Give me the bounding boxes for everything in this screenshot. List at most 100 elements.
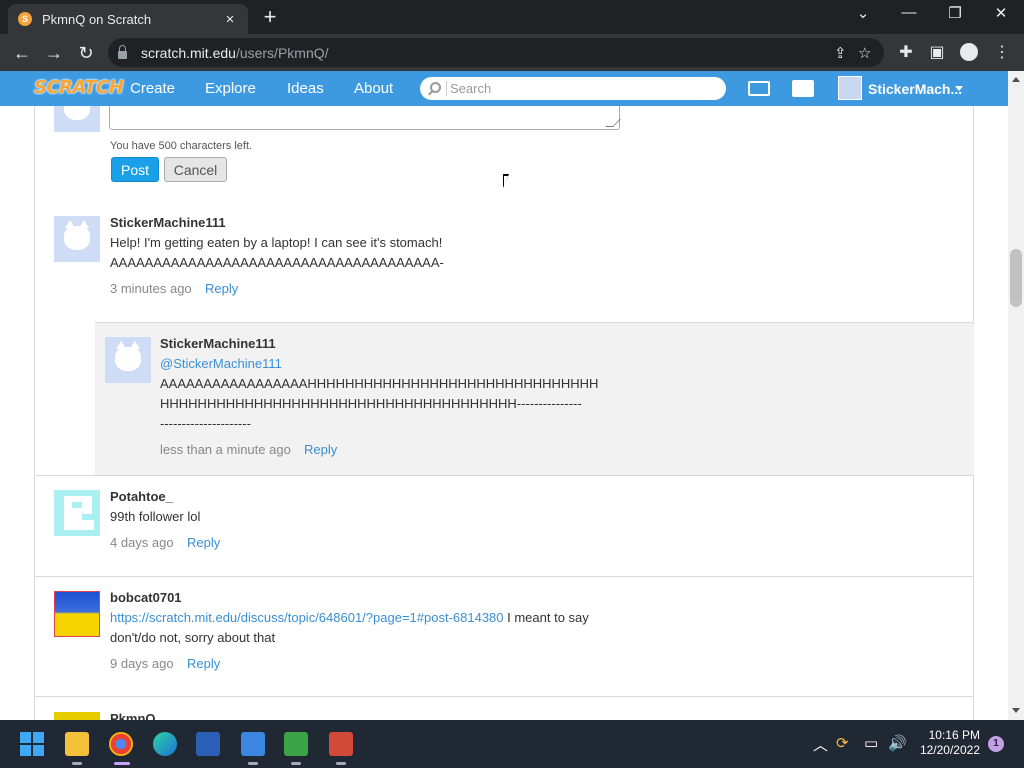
address-bar[interactable]: scratch.mit.edu/users/PkmnQ/ ⇪ ☆ xyxy=(108,38,884,67)
comment-text-after-link: I meant to say xyxy=(503,610,589,625)
nav-about[interactable]: About xyxy=(354,80,393,97)
close-window-button[interactable]: ✕ xyxy=(986,4,1016,22)
forward-button[interactable]: → xyxy=(42,41,66,65)
comment-author[interactable]: StickerMachine111 xyxy=(160,336,276,351)
comment-avatar[interactable] xyxy=(105,337,151,383)
reply-link[interactable]: Reply xyxy=(205,281,238,296)
nav-ideas[interactable]: Ideas xyxy=(287,80,324,97)
lock-icon[interactable] xyxy=(118,44,127,59)
profile-comments: You have 500 characters left. Post Cance… xyxy=(0,106,1008,720)
user-avatar[interactable] xyxy=(838,76,862,100)
comment-text-line: --------------------- xyxy=(160,416,251,431)
scroll-up-icon[interactable] xyxy=(1012,77,1020,82)
windows-taskbar: ︿ ⟳ ▭ 🔊 xyxy=(0,720,1024,768)
mention-link[interactable]: @StickerMachine111 xyxy=(160,356,282,371)
cancel-button[interactable]: Cancel xyxy=(164,157,227,182)
resize-grip-icon[interactable] xyxy=(605,119,621,127)
browser-tab[interactable]: S PkmnQ on Scratch × xyxy=(8,4,248,34)
nav-explore[interactable]: Explore xyxy=(205,80,256,97)
side-panel-icon[interactable]: ▣ xyxy=(927,42,947,62)
post-button[interactable]: Post xyxy=(111,157,159,182)
comment-text-line: HHHHHHHHHHHHHHHHHHHHHHHHHHHHHHHHHHHHHH--… xyxy=(160,396,582,411)
snipping-tool-icon[interactable] xyxy=(329,732,353,756)
running-indicator xyxy=(248,762,258,765)
messages-icon[interactable] xyxy=(748,81,770,96)
new-tab-button[interactable]: + xyxy=(258,5,282,29)
scroll-down-icon[interactable] xyxy=(1012,708,1020,713)
account-dropdown-icon[interactable] xyxy=(955,86,963,91)
comment-text-line: don't/do not, sorry about that xyxy=(110,630,276,645)
page-scrollbar[interactable] xyxy=(1008,71,1024,720)
comment-mention[interactable]: @StickerMachine111 xyxy=(160,354,282,375)
back-button[interactable]: ← xyxy=(10,41,34,65)
bookmark-star-icon[interactable]: ☆ xyxy=(858,44,871,62)
notification-badge[interactable]: 1 xyxy=(988,736,1004,752)
comment-avatar[interactable] xyxy=(54,216,100,262)
tray-chevron-icon[interactable]: ︿ xyxy=(813,734,828,755)
network-icon[interactable]: ▭ xyxy=(864,734,878,752)
notepad-icon[interactable] xyxy=(241,732,265,756)
browser-menu-icon[interactable]: ⋮ xyxy=(992,42,1012,62)
comment-avatar[interactable] xyxy=(54,591,100,637)
comment-divider xyxy=(34,576,974,577)
share-icon[interactable]: ⇪ xyxy=(834,44,847,62)
comment-textarea[interactable] xyxy=(109,106,621,130)
comment-author[interactable]: bobcat0701 xyxy=(110,590,182,605)
avatar-shape xyxy=(80,520,94,530)
url-path: /users/PkmnQ/ xyxy=(235,44,329,61)
clock-date: 12/20/2022 xyxy=(919,743,980,757)
browser-toolbar: ← → ↻ scratch.mit.edu/users/PkmnQ/ ⇪ ☆ ✚… xyxy=(0,34,1024,71)
running-indicator xyxy=(72,762,82,765)
chrome-icon[interactable] xyxy=(109,732,133,756)
cat-avatar-icon xyxy=(115,341,141,371)
close-tab-icon[interactable]: × xyxy=(222,11,238,28)
characters-left: You have 500 characters left. xyxy=(110,140,253,152)
comment-time: 3 minutes ago xyxy=(110,281,192,296)
running-indicator xyxy=(336,762,346,765)
windows-start-icon[interactable] xyxy=(20,732,44,756)
tab-search-icon[interactable]: ⌄ xyxy=(848,4,878,22)
cat-avatar-icon xyxy=(64,106,90,120)
reply-link[interactable]: Reply xyxy=(187,656,220,671)
comment-text-line: 99th follower lol xyxy=(110,509,201,524)
spreadsheet-app-icon[interactable] xyxy=(284,732,308,756)
nav-create[interactable]: Create xyxy=(130,80,175,97)
search-input[interactable] xyxy=(450,80,720,97)
comment-author[interactable]: PkmnQ xyxy=(110,711,156,720)
reload-button[interactable]: ↻ xyxy=(74,41,98,65)
edge-icon[interactable] xyxy=(153,732,177,756)
search-icon xyxy=(430,82,441,93)
browser-titlebar: S PkmnQ on Scratch × + ⌄ — ❐ ✕ xyxy=(0,0,1024,34)
scrollbar-thumb[interactable] xyxy=(1010,249,1022,307)
taskbar-clock[interactable]: 10:16 PM 12/20/2022 xyxy=(918,728,980,758)
comment-author[interactable]: Potahtoe_ xyxy=(110,489,173,504)
cat-avatar-icon xyxy=(64,220,90,250)
comment-avatar[interactable] xyxy=(54,712,100,720)
tab-title: PkmnQ on Scratch xyxy=(42,11,152,27)
extensions-icon[interactable]: ✚ xyxy=(896,42,916,62)
search-box[interactable] xyxy=(420,77,726,100)
comment-author[interactable]: StickerMachine111 xyxy=(110,215,226,230)
running-indicator xyxy=(291,762,301,765)
comment-avatar[interactable] xyxy=(54,490,100,536)
store-icon[interactable] xyxy=(196,732,220,756)
my-stuff-icon[interactable] xyxy=(792,80,814,97)
comment-divider xyxy=(34,696,974,697)
comment-time: 9 days ago xyxy=(110,656,174,671)
minimize-button[interactable]: — xyxy=(894,4,924,21)
restore-button[interactable]: ❐ xyxy=(940,4,970,22)
comment-time: 4 days ago xyxy=(110,535,174,550)
comment-text-line: AAAAAAAAAAAAAAAAAAAAAAAAAAAAAAAAAAAAAA- xyxy=(110,255,444,270)
scratch-logo[interactable]: SCRATCH xyxy=(34,77,124,98)
reply-link[interactable]: Reply xyxy=(304,442,337,457)
reply-link[interactable]: Reply xyxy=(187,535,220,550)
comment-link[interactable]: https://scratch.mit.edu/discuss/topic/64… xyxy=(110,610,504,625)
comment-text-line: https://scratch.mit.edu/discuss/topic/64… xyxy=(110,608,589,629)
mouse-cursor-icon xyxy=(503,174,509,188)
search-divider xyxy=(446,81,447,96)
file-explorer-icon[interactable] xyxy=(65,732,89,756)
profile-icon[interactable] xyxy=(960,43,978,61)
tray-update-icon[interactable]: ⟳ xyxy=(836,734,849,752)
volume-icon[interactable]: 🔊 xyxy=(888,734,907,752)
nav-username[interactable]: StickerMach... xyxy=(868,81,962,97)
